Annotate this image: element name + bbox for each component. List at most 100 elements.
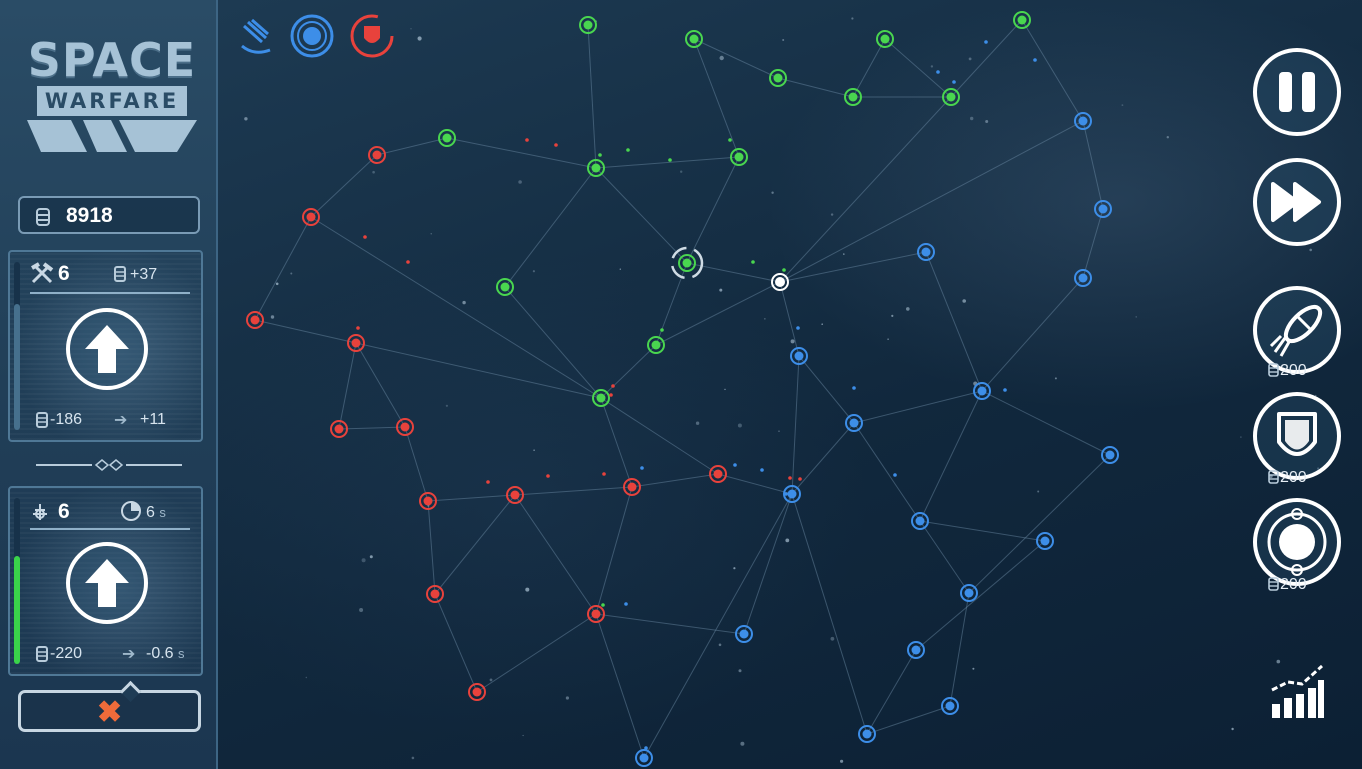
green-planet[interactable]	[678, 254, 696, 272]
route-line	[595, 613, 645, 759]
blue-planet[interactable]	[1074, 269, 1092, 287]
route-line	[404, 426, 429, 502]
blue-planet[interactable]	[973, 382, 991, 400]
route-line	[950, 19, 1023, 98]
logo-warfare-text: WARFARE	[36, 86, 188, 116]
star	[1231, 727, 1234, 731]
route-line	[777, 77, 854, 98]
blue-planet[interactable]	[941, 697, 959, 715]
ship-particle	[852, 386, 856, 390]
map-canvas[interactable]	[218, 0, 1362, 769]
production-level: 6	[58, 262, 70, 285]
green-planet[interactable]	[876, 30, 894, 48]
galaxy-map[interactable]	[218, 0, 1362, 769]
ship-particle	[1033, 58, 1037, 62]
blue-planet[interactable]	[960, 584, 978, 602]
route-line	[853, 422, 921, 522]
cancel-button[interactable]: ✖	[18, 680, 201, 732]
ship-particle	[788, 476, 792, 480]
pause-button[interactable]	[1253, 48, 1341, 136]
star	[244, 117, 248, 121]
fast-forward-button[interactable]	[1253, 158, 1341, 246]
blue-planet[interactable]	[1074, 112, 1092, 130]
star	[962, 299, 966, 303]
star	[821, 323, 823, 326]
ship-particle	[611, 384, 615, 388]
red-planet[interactable]	[709, 465, 727, 483]
faction-status-icons	[236, 12, 398, 60]
route-line	[919, 390, 983, 522]
rocket-ability-cost-value: 200	[1280, 362, 1307, 379]
spawn-upgrade-button[interactable]	[66, 542, 148, 624]
blue-planet[interactable]	[1036, 532, 1054, 550]
red-planet[interactable]	[302, 208, 320, 226]
route-line	[427, 500, 436, 595]
green-planet[interactable]	[438, 129, 456, 147]
route-line	[717, 473, 793, 495]
ship-icon	[33, 504, 47, 520]
star	[724, 388, 726, 391]
blue-planet[interactable]	[1094, 200, 1112, 218]
ship-particle	[640, 466, 644, 470]
spawn-progress-bar	[14, 498, 20, 664]
close-icon: ✖	[97, 696, 123, 729]
blue-planet[interactable]	[735, 625, 753, 643]
stats-chart-icon[interactable]	[1268, 660, 1326, 720]
star	[417, 36, 422, 41]
blue-planet[interactable]	[1101, 446, 1119, 464]
green-planet[interactable]	[496, 278, 514, 296]
green-planet[interactable]	[769, 69, 787, 87]
green-planet[interactable]	[685, 30, 703, 48]
production-upgrade-cost: -186	[50, 411, 83, 428]
ship-particle	[363, 235, 367, 239]
red-planet[interactable]	[347, 334, 365, 352]
red-planet[interactable]	[246, 311, 264, 329]
star	[930, 65, 934, 68]
spawn-level: 6	[58, 500, 70, 523]
panel-separator	[30, 292, 190, 294]
red-planet[interactable]	[368, 146, 386, 164]
ship-particle	[782, 268, 786, 272]
blue-planet[interactable]	[907, 641, 925, 659]
route-line	[655, 262, 688, 346]
route-line	[925, 251, 983, 392]
blue-planet[interactable]	[858, 725, 876, 743]
red-planet[interactable]	[468, 683, 486, 701]
star	[830, 636, 835, 641]
green-planet[interactable]	[1013, 11, 1031, 29]
red-planet[interactable]	[587, 605, 605, 623]
route-line	[919, 520, 970, 594]
blue-planet[interactable]	[911, 512, 929, 530]
route-line	[915, 540, 1046, 651]
coin-counter: 8918	[18, 196, 200, 234]
panel-separator	[30, 528, 190, 530]
blue-planet[interactable]	[635, 749, 653, 767]
route-line	[434, 593, 478, 693]
star	[778, 430, 780, 433]
route-line	[655, 281, 781, 346]
route-line	[355, 342, 406, 428]
planet-ability-button[interactable]	[1253, 498, 1341, 586]
route-line	[866, 705, 951, 735]
spawn-interval-value: 6	[146, 504, 155, 521]
ship-particle	[796, 326, 800, 330]
star	[525, 587, 530, 592]
blue-planet[interactable]	[917, 243, 935, 261]
star	[270, 315, 275, 319]
blue-planet[interactable]	[845, 414, 863, 432]
rocket-ability-button[interactable]	[1253, 286, 1341, 374]
star	[695, 421, 700, 425]
neutral-planet[interactable]	[771, 273, 789, 291]
star	[733, 567, 736, 570]
production-upgrade-button[interactable]	[66, 308, 148, 390]
route-line	[254, 216, 312, 321]
shield-ability-cost-value: 200	[1280, 469, 1307, 486]
star	[790, 339, 795, 344]
ship-particle	[784, 492, 788, 496]
green-planet[interactable]	[592, 389, 610, 407]
green-planet[interactable]	[647, 336, 665, 354]
shield-ability-button[interactable]	[1253, 392, 1341, 480]
ship-particle	[751, 260, 755, 264]
route-line	[595, 156, 740, 169]
route-line	[376, 137, 448, 156]
